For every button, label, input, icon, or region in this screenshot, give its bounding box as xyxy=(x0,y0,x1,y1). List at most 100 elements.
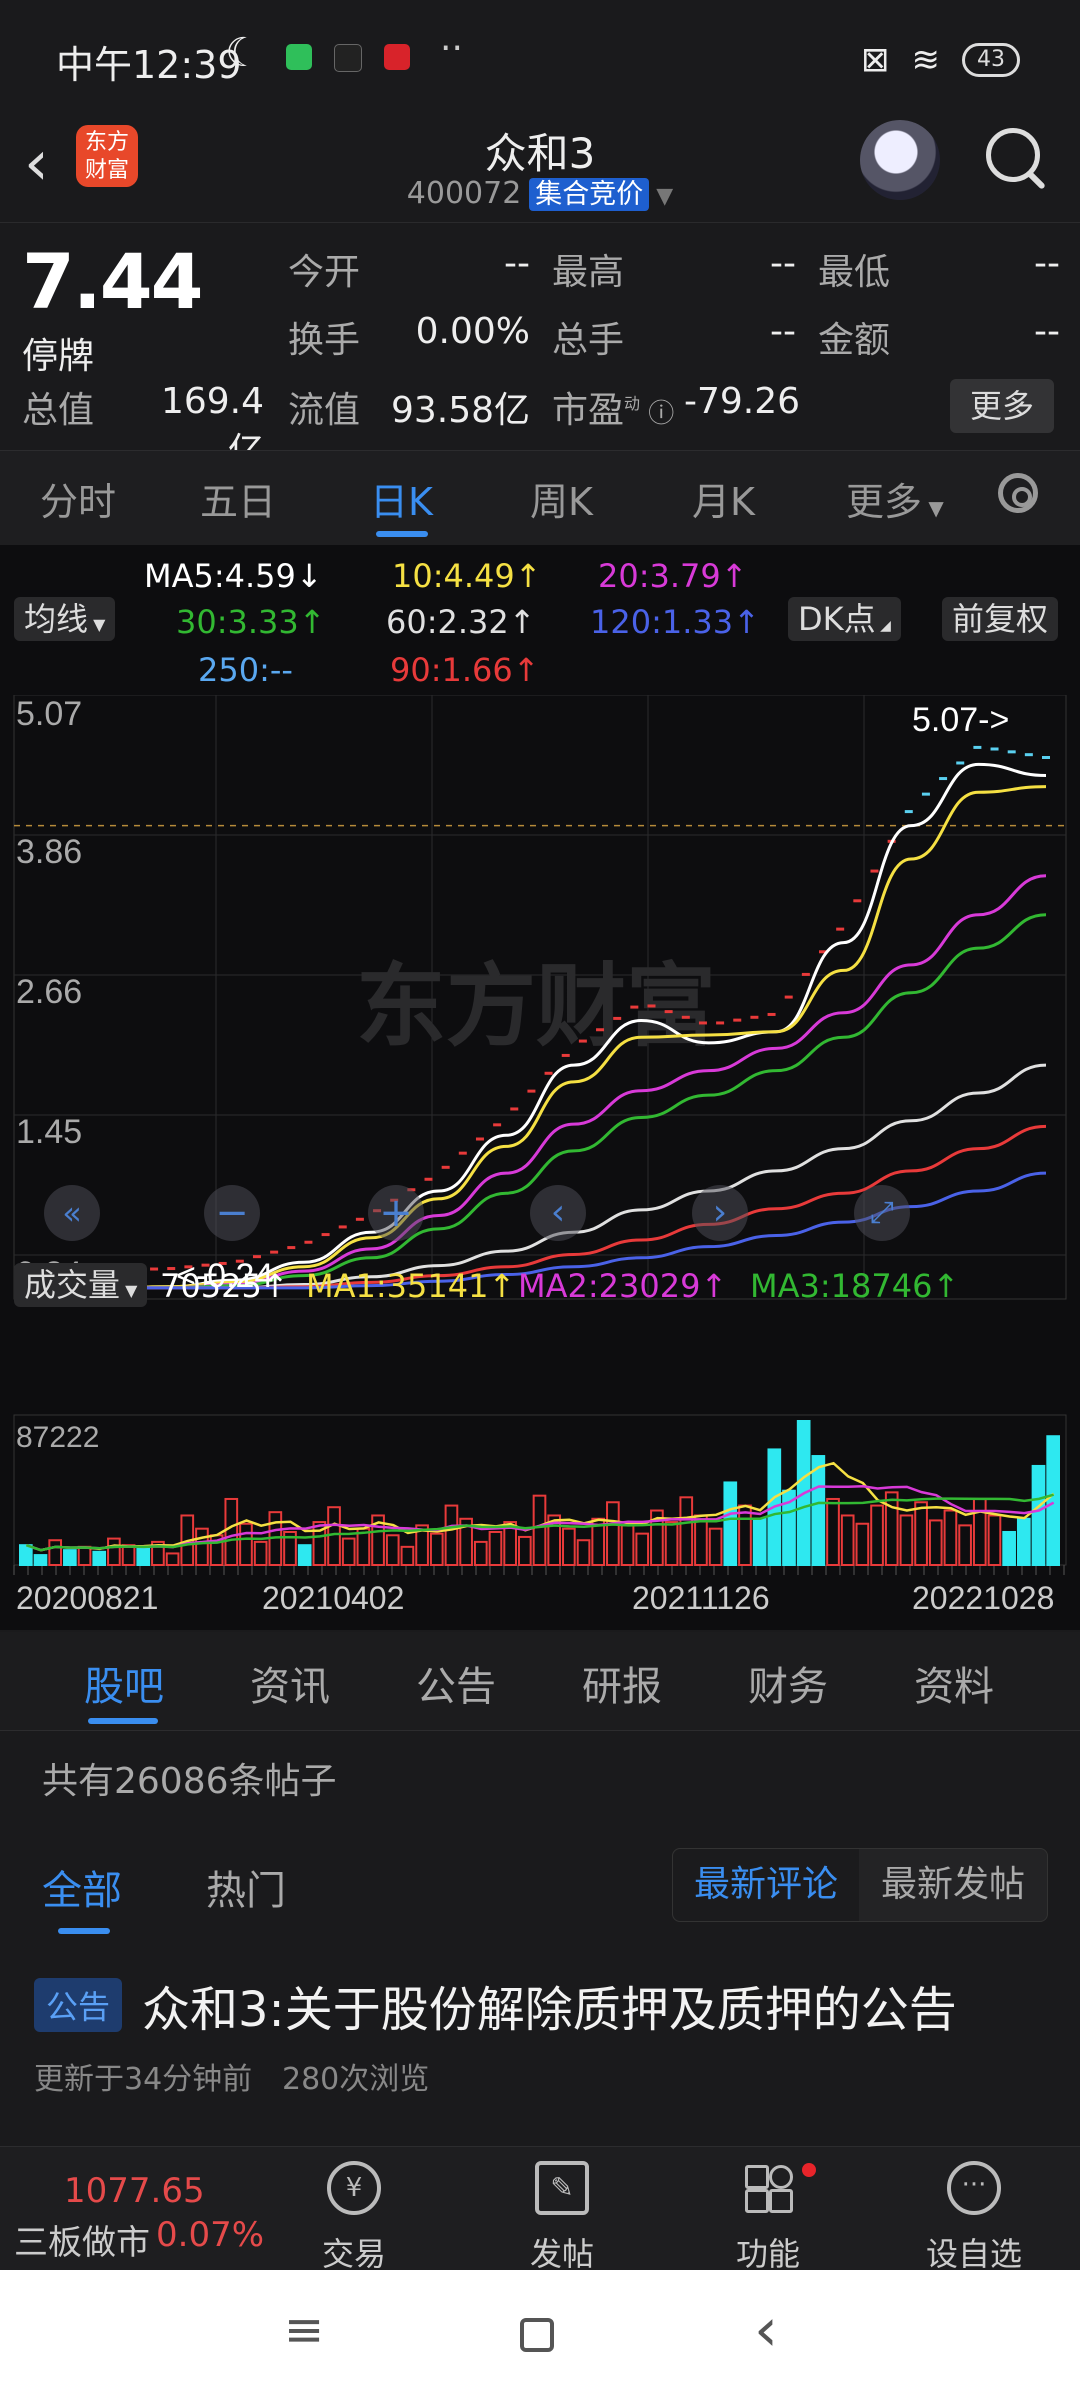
tab-forum[interactable]: 股吧 xyxy=(84,1654,164,1712)
volume-bar xyxy=(635,1532,650,1567)
dk-point-button[interactable]: DK点 ◢ xyxy=(788,597,901,641)
x-tick-label: 20221028 xyxy=(912,1580,1054,1616)
volume-bar xyxy=(327,1506,341,1567)
tab-weekly-k[interactable]: 周K xyxy=(530,471,593,526)
search-icon[interactable] xyxy=(986,128,1040,182)
field-value: -- xyxy=(1034,243,1060,284)
last-price: 7.44 xyxy=(22,237,204,326)
field-label: 金额 xyxy=(818,320,891,361)
shield-icon xyxy=(286,44,312,70)
index-value[interactable]: 1077.65 xyxy=(64,2171,205,2211)
scroll-right-icon[interactable]: › xyxy=(692,1185,748,1241)
volume-bar xyxy=(928,1519,943,1566)
ma-text: 250:-- xyxy=(198,651,293,689)
field-label: 流值 xyxy=(288,390,361,431)
volume-bar xyxy=(987,1514,1002,1566)
volume-bar xyxy=(253,1540,268,1566)
quote-panel: 7.44 停牌 今开 -- 最高 -- 最低 -- 换手 0.00% 总手 --… xyxy=(0,222,1080,472)
ma-select[interactable]: 均线 ▼ xyxy=(14,597,116,641)
scroll-left-icon[interactable]: ‹ xyxy=(530,1185,586,1241)
tab-five-day[interactable]: 五日 xyxy=(200,471,276,526)
field-label: 换手 xyxy=(288,320,361,361)
volume-bar xyxy=(1046,1435,1061,1567)
index-change[interactable]: 0.07% xyxy=(156,2215,264,2255)
legend-arrow: ↑ xyxy=(261,1267,289,1305)
adjust-button[interactable]: 前复权 xyxy=(942,597,1059,641)
functions-button[interactable]: 功能 xyxy=(708,2161,828,2275)
ma5-value: MA5:4.59↓ xyxy=(144,557,323,595)
post-label: 发帖 xyxy=(529,2235,594,2273)
filter-hot[interactable]: 热门 xyxy=(206,1858,286,1916)
fullscreen-icon[interactable]: ⤢ xyxy=(854,1185,910,1241)
x-tick-label: 20211126 xyxy=(632,1580,770,1616)
volume-bar xyxy=(473,1540,488,1566)
clock: 中午12:39 xyxy=(56,43,242,87)
yen-icon: ¥ xyxy=(327,2161,381,2215)
rewind-icon[interactable]: « xyxy=(44,1185,100,1241)
assistant-robot-icon[interactable] xyxy=(860,120,940,200)
volume-bar xyxy=(19,1544,33,1566)
filter-all[interactable]: 全部 xyxy=(42,1858,122,1916)
tab-intraday[interactable]: 分时 xyxy=(40,471,116,526)
volume-bar xyxy=(664,1521,679,1567)
ma-text: 60:2.32 xyxy=(386,603,509,641)
moon-icon: ☾ xyxy=(225,30,261,76)
field-value: -79.26 xyxy=(684,381,801,422)
tab-profile[interactable]: 资料 xyxy=(914,1654,994,1712)
back-icon[interactable]: ‹ xyxy=(754,2300,778,2360)
tab-news[interactable]: 资讯 xyxy=(250,1654,330,1712)
tiktok-icon xyxy=(334,44,362,72)
tab-monthly-k[interactable]: 月K xyxy=(692,471,755,526)
field-value: 93.58亿 xyxy=(390,390,530,431)
gear-icon[interactable] xyxy=(998,473,1038,513)
zoom-in-icon[interactable]: + xyxy=(368,1185,424,1241)
announcement-badge: 公告 xyxy=(34,1978,123,2032)
field-label: 今开 xyxy=(288,252,361,293)
volume-bar xyxy=(958,1524,972,1566)
post-button[interactable]: ✎ 发帖 xyxy=(502,2161,622,2275)
home-icon[interactable] xyxy=(520,2318,554,2352)
zoom-out-icon[interactable]: − xyxy=(204,1185,260,1241)
volume-bar xyxy=(811,1455,826,1567)
volume-bar xyxy=(723,1481,738,1567)
volume-bar xyxy=(165,1552,180,1567)
indicator-select[interactable]: 成交量 ▼ xyxy=(14,1263,148,1307)
sort-latest-post[interactable]: 最新发帖 xyxy=(859,1849,1047,1921)
trade-button[interactable]: ¥ 交易 xyxy=(294,2161,414,2275)
volume-bar xyxy=(840,1514,855,1566)
period-tabs: 分时 五日 日K 周K 月K 更多 ▼ xyxy=(0,450,1080,546)
index-name[interactable]: 三板做市 xyxy=(14,2215,150,2264)
post-title[interactable]: 众和3:关于股份解除质押及质押的公告 xyxy=(142,1970,957,2040)
tab-more[interactable]: 更多 ▼ xyxy=(846,471,944,526)
stock-code: 400072 xyxy=(406,176,522,211)
sort-latest-comment[interactable]: 最新评论 xyxy=(673,1849,859,1921)
volume-bar xyxy=(77,1545,92,1566)
indicator-label: 成交量 xyxy=(24,1266,121,1304)
volume-bar xyxy=(914,1501,928,1567)
volume-bar xyxy=(738,1504,752,1566)
more-button[interactable]: 更多 xyxy=(950,379,1054,433)
volume-bar xyxy=(488,1530,503,1567)
high-price-label: 5.07-> xyxy=(912,701,1009,739)
chart-area: MA5:4.59↓ 10:4.49↑ 20:3.79↑ 均线 ▼ 30:3.33… xyxy=(0,545,1080,1630)
wifi-icon: ≋ xyxy=(911,40,941,80)
tab-research[interactable]: 研报 xyxy=(582,1654,662,1712)
field-value: -- xyxy=(770,311,796,352)
volume-bar xyxy=(63,1549,77,1566)
volume-bar xyxy=(943,1509,958,1566)
volume-bar xyxy=(136,1547,151,1567)
tab-daily-k[interactable]: 日K xyxy=(370,471,433,526)
ma10-value: 10:4.49↑ xyxy=(392,557,542,595)
trade-label: 交易 xyxy=(321,2235,386,2273)
tab-announcements[interactable]: 公告 xyxy=(416,1654,496,1712)
volume-bar xyxy=(92,1550,107,1566)
volume-bar xyxy=(121,1544,136,1566)
filter-row: 全部 热门 最新评论 最新发帖 xyxy=(0,1840,1080,1940)
dropdown-caret-icon[interactable]: ▼ xyxy=(649,184,673,209)
menu-icon[interactable]: ≡ xyxy=(284,2306,324,2354)
tab-finance[interactable]: 财务 xyxy=(748,1654,828,1712)
tab-more-label: 更多 xyxy=(846,480,923,524)
add-watchlist-button[interactable]: ··· 设自选 xyxy=(914,2161,1034,2275)
volume-value: 70525↑ xyxy=(160,1267,289,1305)
info-icon[interactable]: ⓘ xyxy=(640,399,674,429)
